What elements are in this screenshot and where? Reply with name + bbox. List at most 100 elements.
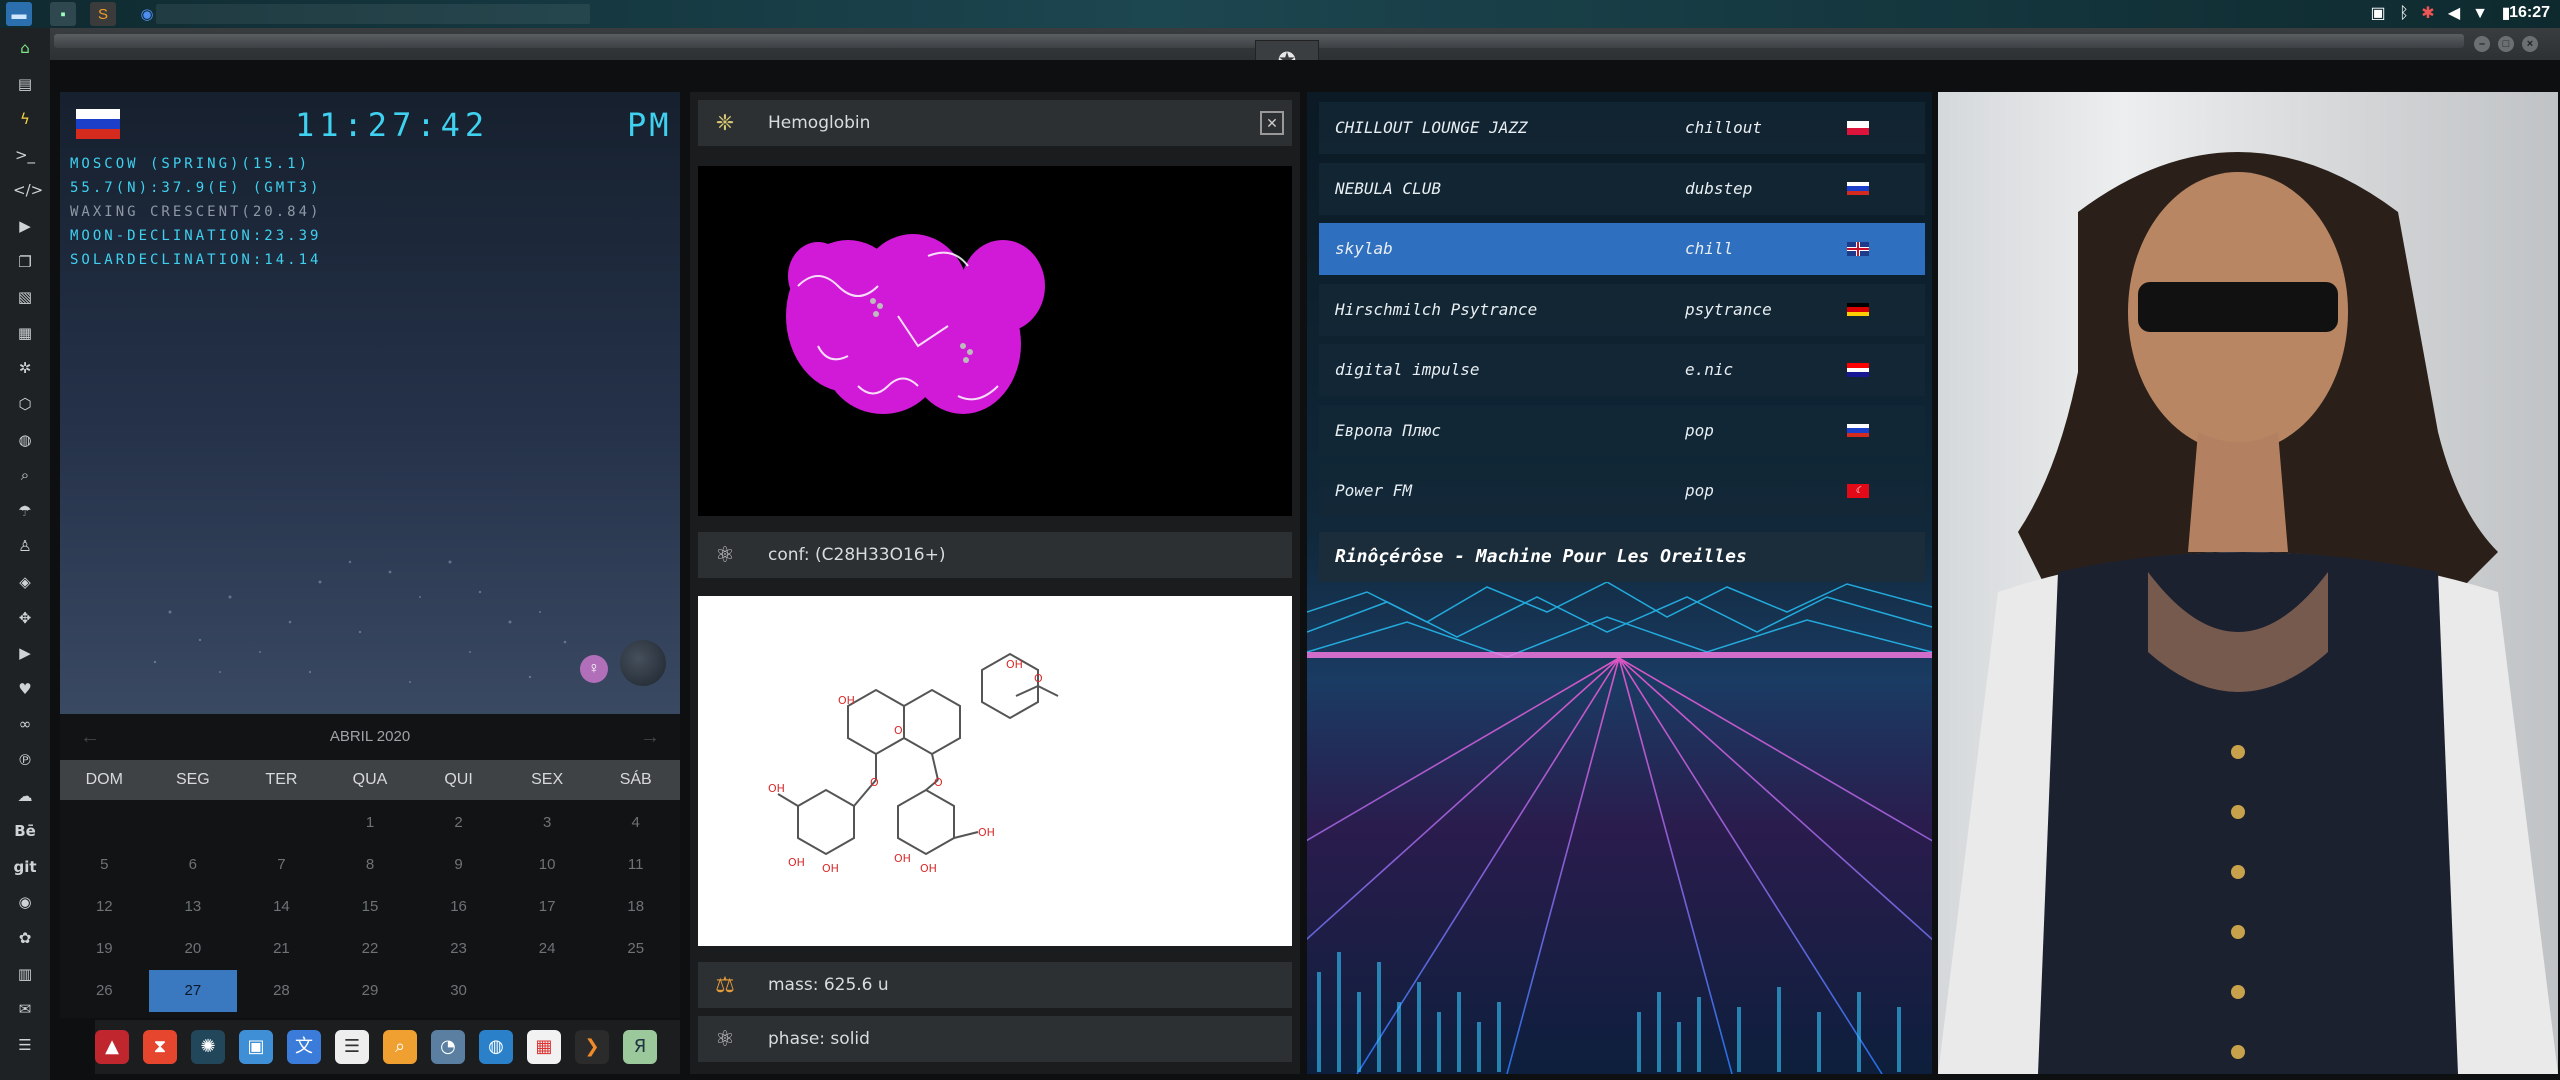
atom-icon: ⚛ — [715, 542, 735, 567]
calendar-day[interactable]: 23 — [414, 928, 503, 970]
youtube-icon[interactable]: ▶ — [13, 641, 37, 665]
calendar-day[interactable]: 30 — [414, 970, 503, 1012]
calendar-day[interactable]: 12 — [60, 886, 149, 928]
files-icon[interactable]: ▬ — [6, 2, 32, 26]
calendar-day[interactable]: 28 — [237, 970, 326, 1012]
git-icon[interactable]: git — [13, 855, 37, 879]
translate-icon[interactable]: 文 — [287, 1030, 321, 1064]
calendar-day[interactable]: 19 — [60, 928, 149, 970]
terminal-icon[interactable]: >_ — [13, 143, 37, 167]
station-row[interactable]: skylab chill — [1319, 223, 1925, 275]
bolt-icon[interactable]: ϟ — [13, 107, 37, 131]
document-icon[interactable]: ▤ — [13, 72, 37, 96]
calendar-day[interactable]: 25 — [591, 928, 680, 970]
copy-icon[interactable]: ❐ — [13, 250, 37, 274]
calendar-day[interactable]: 9 — [414, 844, 503, 886]
bitbucket-icon[interactable]: ✿ — [13, 926, 37, 950]
wifi-icon[interactable]: ▼ — [2470, 4, 2490, 24]
tag-icon[interactable]: ◈ — [13, 570, 37, 594]
terminal-icon[interactable]: ▪ — [50, 2, 76, 26]
search-app-icon[interactable]: ⌕ — [383, 1030, 417, 1064]
calendar-day[interactable]: 14 — [237, 886, 326, 928]
yandex-icon[interactable]: Я — [623, 1030, 657, 1064]
close-molecule-icon[interactable]: ✕ — [1260, 111, 1284, 135]
calendar-day[interactable]: 21 — [237, 928, 326, 970]
next-month-icon[interactable]: → — [640, 714, 660, 760]
station-row[interactable]: Европа Плюс pop — [1319, 404, 1925, 457]
settings-icon[interactable]: ✲ — [13, 356, 37, 380]
terminal-app-icon[interactable]: ❯ — [575, 1030, 609, 1064]
heart-icon[interactable]: ♥ — [13, 677, 37, 701]
expand-icon[interactable]: ✥ — [13, 606, 37, 630]
close-button[interactable]: × — [2522, 36, 2538, 52]
pinterest-icon[interactable]: ℗ — [13, 748, 37, 772]
station-row[interactable]: NEBULA CLUB dubstep — [1319, 162, 1925, 215]
system-clock[interactable]: 16:27 — [2509, 4, 2550, 22]
taskbar-strip[interactable] — [156, 4, 590, 24]
station-name: Hirschmilch Psytrance — [1335, 299, 1538, 319]
calendar-day[interactable]: 22 — [326, 928, 415, 970]
volume-icon[interactable]: ◀ — [2444, 4, 2464, 24]
link-icon[interactable]: ∞ — [13, 712, 37, 736]
calendar-day[interactable]: 27 — [148, 970, 238, 1012]
code-icon[interactable]: </> — [13, 178, 43, 202]
station-row[interactable]: digital impulse e.nic — [1319, 344, 1925, 396]
calendar-app-icon[interactable]: ▦ — [527, 1030, 561, 1064]
calendar-day[interactable]: 7 — [237, 844, 326, 886]
server-icon[interactable]: ☰ — [13, 1033, 37, 1057]
timer-icon[interactable]: ⧗ — [143, 1030, 177, 1064]
calendar-day[interactable]: 26 — [60, 970, 149, 1012]
user-icon[interactable]: ♙ — [13, 534, 37, 558]
window-titlebar[interactable]: ✪ – □ × — [50, 28, 2560, 82]
station-row[interactable]: CHILLOUT LOUNGE JAZZ chillout — [1319, 102, 1925, 154]
calendar-day[interactable]: 18 — [591, 886, 680, 928]
cloud-icon[interactable]: ☁ — [13, 784, 37, 808]
calendar-day[interactable]: 3 — [503, 802, 592, 844]
behance-icon[interactable]: Bē — [13, 819, 37, 843]
maximize-button[interactable]: □ — [2498, 36, 2514, 52]
flag-gb-icon — [1847, 242, 1869, 256]
calendar-day[interactable]: 24 — [503, 928, 592, 970]
calendar-day[interactable]: 17 — [503, 886, 592, 928]
hexagon-icon[interactable]: ⬡ — [13, 392, 37, 416]
calendar-day[interactable]: 16 — [414, 886, 503, 928]
calendar-day[interactable]: 20 — [149, 928, 238, 970]
sublime-icon[interactable]: S — [90, 2, 116, 26]
browser-globe-icon[interactable]: ◍ — [479, 1030, 513, 1064]
image-tray-icon[interactable]: ▣ — [2368, 4, 2388, 24]
calendar-day[interactable]: 1 — [326, 802, 415, 844]
github-icon[interactable]: ◉ — [13, 890, 37, 914]
bluetooth-icon[interactable]: ᛒ — [2394, 4, 2414, 24]
prev-month-icon[interactable]: ← — [80, 714, 100, 760]
calendar-day[interactable]: 11 — [591, 844, 680, 886]
calendar-day[interactable]: 29 — [326, 970, 415, 1012]
calendar-day[interactable]: 2 — [414, 802, 503, 844]
news-reader-icon[interactable]: ☰ — [335, 1030, 369, 1064]
image-viewer-icon[interactable]: ▣ — [239, 1030, 273, 1064]
image-icon[interactable]: ▧ — [13, 285, 37, 309]
map-icon[interactable]: ▥ — [13, 962, 37, 986]
umbrella-icon[interactable]: ☂ — [13, 499, 37, 523]
play-icon[interactable]: ▶ — [13, 214, 37, 238]
calendar-day[interactable]: 15 — [326, 886, 415, 928]
station-row[interactable]: Power FM pop ☾ — [1319, 465, 1925, 517]
gear-tray-icon[interactable]: ✱ — [2418, 4, 2438, 24]
app-icon[interactable]: ▲ — [95, 1030, 129, 1064]
globe-icon[interactable]: ◍ — [13, 428, 37, 452]
mail-icon[interactable]: ✉ — [13, 997, 37, 1021]
minimize-button[interactable]: – — [2474, 36, 2490, 52]
calendar-day[interactable]: 6 — [149, 844, 238, 886]
calendar-day[interactable]: 4 — [591, 802, 680, 844]
calendar-day[interactable]: 13 — [149, 886, 238, 928]
news-icon[interactable]: ▦ — [13, 321, 37, 345]
calendar-day[interactable]: 8 — [326, 844, 415, 886]
system-monitor-icon[interactable]: ✺ — [191, 1030, 225, 1064]
station-row[interactable]: Hirschmilch Psytrance psytrance — [1319, 283, 1925, 336]
molecule-formula: conf: (C28H33O16+) — [768, 545, 946, 565]
calendar-day[interactable]: 10 — [503, 844, 592, 886]
molecule-phase: phase: solid — [768, 1029, 870, 1049]
search-icon[interactable]: ⌕ — [13, 463, 37, 487]
calendar-day[interactable]: 5 — [60, 844, 149, 886]
clock-app-icon[interactable]: ◔ — [431, 1030, 465, 1064]
home-icon[interactable]: ⌂ — [13, 36, 37, 60]
